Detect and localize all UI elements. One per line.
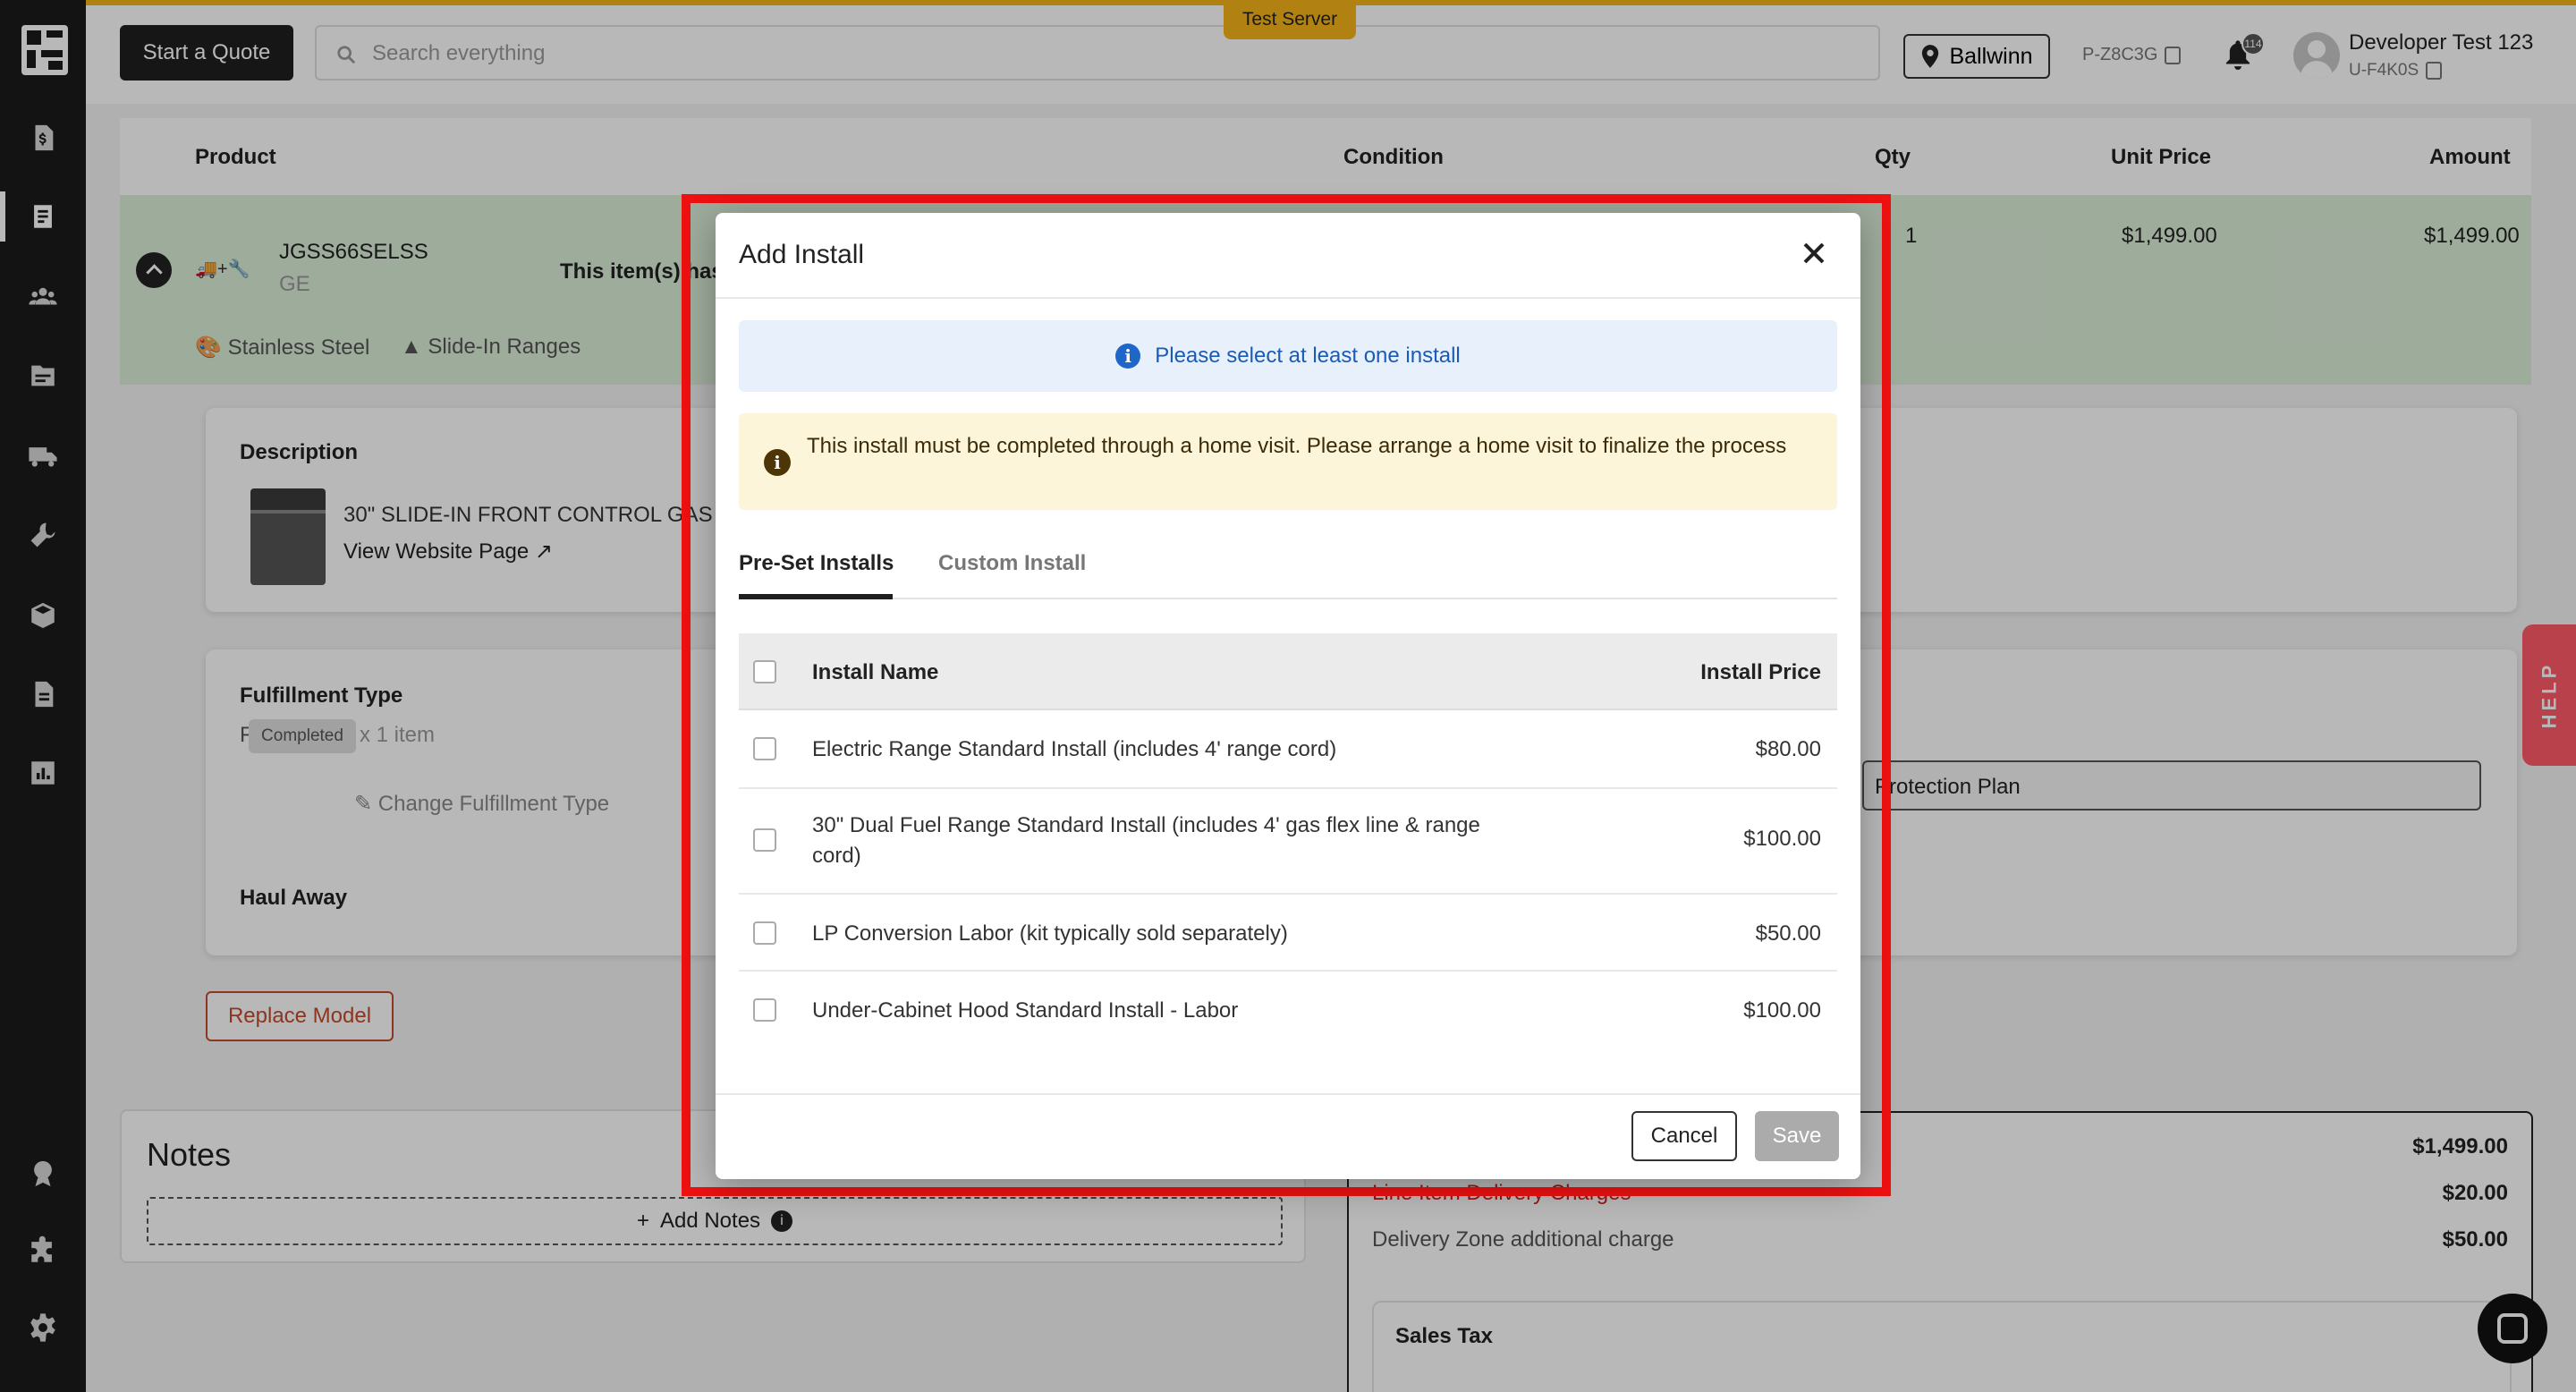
warning-icon: i (764, 449, 791, 476)
install-name: Under-Cabinet Hood Standard Install - La… (812, 998, 1239, 1023)
row-checkbox[interactable] (753, 921, 776, 945)
add-install-modal: Add Install i Please select at least one… (716, 213, 1860, 1179)
warning-message: This install must be completed through a… (807, 434, 1787, 458)
info-alert: i Please select at least one install (739, 320, 1837, 392)
divider (716, 1093, 1860, 1095)
install-name: Electric Range Standard Install (include… (812, 737, 1337, 761)
install-price: $100.00 (1743, 998, 1821, 1023)
install-name: 30" Dual Fuel Range Standard Install (in… (812, 813, 1480, 868)
install-price: $100.00 (1743, 827, 1821, 851)
cancel-button[interactable]: Cancel (1631, 1111, 1737, 1161)
active-tab-indicator (739, 594, 893, 599)
row-checkbox[interactable] (753, 828, 776, 852)
install-name: LP Conversion Labor (kit typically sold … (812, 921, 1288, 946)
close-button[interactable] (1794, 234, 1834, 274)
table-row[interactable]: Under-Cabinet Hood Standard Install - La… (739, 972, 1837, 1048)
install-price: $50.00 (1755, 921, 1821, 946)
row-checkbox[interactable] (753, 737, 776, 760)
close-icon (1803, 242, 1825, 263)
info-message: Please select at least one install (1155, 344, 1461, 368)
table-row[interactable]: LP Conversion Labor (kit typically sold … (739, 895, 1837, 972)
divider (716, 297, 1860, 299)
save-button[interactable]: Save (1755, 1111, 1839, 1161)
table-row[interactable]: 30" Dual Fuel Range Standard Install (in… (739, 789, 1837, 895)
install-price: $80.00 (1755, 737, 1821, 761)
install-tabs: Pre-Set Installs Custom Install (739, 539, 1837, 599)
col-install-name: Install Name (812, 660, 939, 684)
installs-table: Install Name Install Price Electric Rang… (739, 633, 1837, 1048)
row-checkbox[interactable] (753, 998, 776, 1022)
installs-table-header: Install Name Install Price (739, 633, 1837, 710)
select-all-checkbox[interactable] (753, 660, 776, 683)
table-row[interactable]: Electric Range Standard Install (include… (739, 710, 1837, 789)
col-install-price: Install Price (1700, 660, 1821, 684)
tab-pre-set-installs[interactable]: Pre-Set Installs (739, 551, 894, 576)
info-icon: i (1115, 344, 1141, 369)
warning-alert: i This install must be completed through… (739, 413, 1837, 510)
modal-title: Add Install (739, 240, 865, 269)
tab-custom-install[interactable]: Custom Install (938, 551, 1086, 576)
